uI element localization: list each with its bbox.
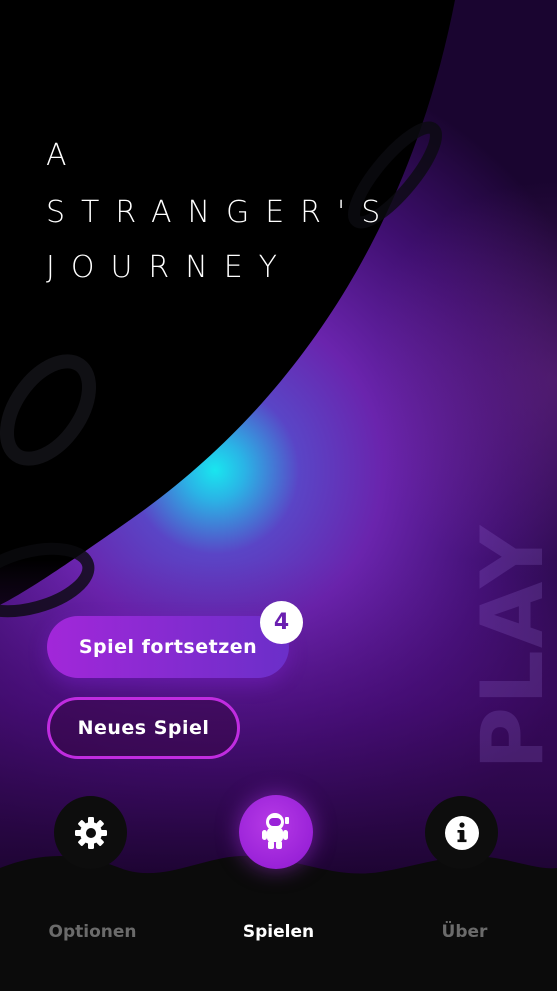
title-line-2: STRANGER'S — [46, 195, 397, 230]
info-icon — [444, 815, 479, 850]
nav-label-play[interactable]: Spielen — [216, 922, 341, 948]
continue-game-button[interactable]: Spiel fortsetzen — [47, 616, 289, 678]
background-play-word: PLAY — [470, 523, 557, 770]
new-game-button[interactable]: Neues Spiel — [47, 697, 240, 759]
new-game-label: Neues Spiel — [77, 717, 210, 739]
astronaut-icon — [262, 813, 289, 849]
about-nav-button[interactable] — [425, 796, 498, 869]
title-line-3: JOURNEY — [46, 250, 293, 285]
options-nav-button[interactable] — [54, 796, 127, 869]
play-nav-button[interactable] — [239, 795, 313, 869]
nav-label-about[interactable]: Über — [402, 922, 527, 948]
title-line-1: A — [46, 138, 83, 173]
continue-game-label: Spiel fortsetzen — [78, 636, 258, 658]
gear-icon — [74, 816, 107, 849]
continue-count-badge: 4 — [260, 601, 303, 644]
nav-label-options[interactable]: Optionen — [30, 922, 155, 948]
